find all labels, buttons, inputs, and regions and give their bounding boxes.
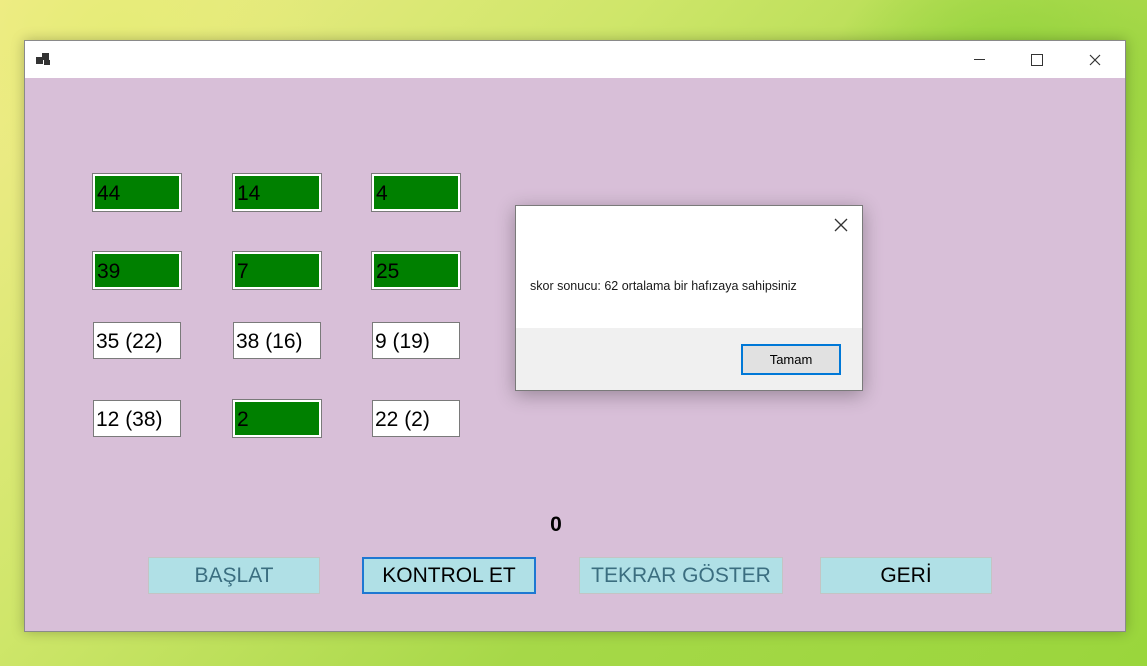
number-cell[interactable]: 25 (371, 251, 461, 290)
minimize-icon[interactable] (950, 41, 1008, 78)
dialog-close-icon[interactable] (830, 214, 852, 236)
number-cell[interactable]: 39 (92, 251, 182, 290)
number-cell[interactable]: 14 (232, 173, 322, 212)
check-button[interactable]: KONTROL ET (362, 557, 536, 594)
close-icon[interactable] (1066, 41, 1124, 78)
number-cell[interactable]: 44 (92, 173, 182, 212)
number-cell[interactable]: 2 (232, 399, 322, 438)
number-cell[interactable]: 7 (232, 251, 322, 290)
number-cell[interactable]: 4 (371, 173, 461, 212)
number-cell[interactable]: 35 (22) (93, 322, 181, 359)
score-label: 0 (550, 513, 562, 536)
start-button[interactable]: BAŞLAT (148, 557, 320, 594)
maximize-icon[interactable] (1008, 41, 1066, 78)
back-button[interactable]: GERİ (820, 557, 992, 594)
replay-button[interactable]: TEKRAR GÖSTER (579, 557, 783, 594)
app-icon (36, 53, 52, 67)
ok-button[interactable]: Tamam (741, 344, 841, 375)
number-cell[interactable]: 22 (2) (372, 400, 460, 437)
number-cell[interactable]: 12 (38) (93, 400, 181, 437)
dialog-message: skor sonucu: 62 ortalama bir hafızaya sa… (530, 279, 797, 293)
dialog-footer: Tamam (516, 328, 862, 390)
number-cell[interactable]: 9 (19) (372, 322, 460, 359)
number-cell[interactable]: 38 (16) (233, 322, 321, 359)
title-bar (25, 41, 1125, 78)
message-dialog: skor sonucu: 62 ortalama bir hafızaya sa… (515, 205, 863, 391)
